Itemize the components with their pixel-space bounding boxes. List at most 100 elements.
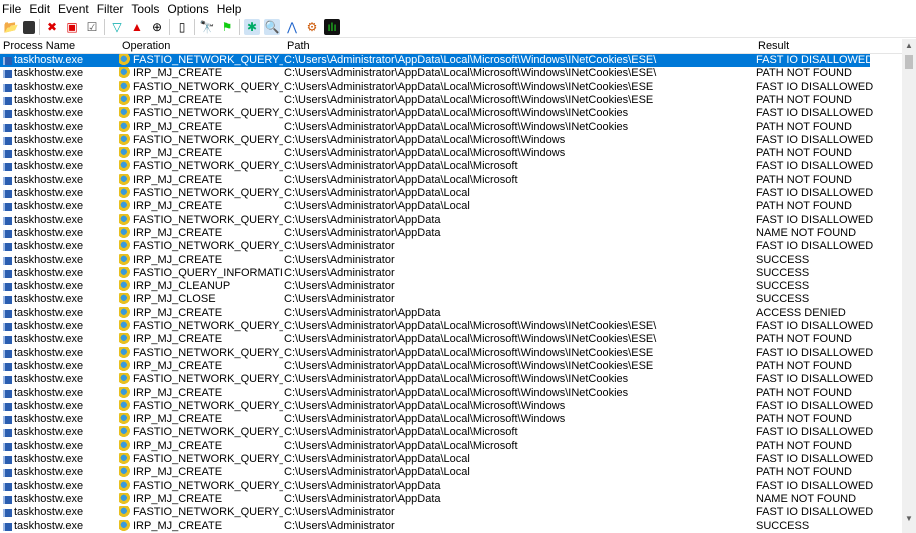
autoscroll-icon[interactable]: ▣ (64, 19, 80, 35)
toolbar: 📂 ✖ ▣ ☑ ▽ ▲ ⊕ ▯ 🔭 ⚑ ✱ 🔍 ⋀ ⚙ ılı (0, 17, 916, 38)
vertical-scrollbar[interactable]: ▲ ▼ (902, 39, 916, 533)
result-cell: SUCCESS (756, 280, 810, 293)
table-row[interactable]: taskhostw.exe IRP_MJ_CREATE C:\Users\Adm… (0, 492, 902, 506)
table-row[interactable]: taskhostw.exe FASTIO_QUERY_INFORMATION C… (0, 266, 902, 280)
table-row[interactable]: taskhostw.exe IRP_MJ_CREATE C:\Users\Adm… (0, 519, 902, 533)
menu-event[interactable]: Event (58, 2, 89, 16)
table-row[interactable]: taskhostw.exe IRP_MJ_CREATE C:\Users\Adm… (0, 67, 902, 80)
table-row[interactable]: taskhostw.exe FASTIO_NETWORK_QUERY_O... … (0, 80, 902, 94)
table-row[interactable]: taskhostw.exe IRP_MJ_CREATE C:\Users\Adm… (0, 439, 902, 453)
capture-icon[interactable]: ✖ (44, 19, 60, 35)
table-row[interactable]: taskhostw.exe IRP_MJ_CREATE C:\Users\Adm… (0, 359, 902, 373)
table-row[interactable]: taskhostw.exe IRP_MJ_CREATE C:\Users\Adm… (0, 306, 902, 320)
table-row[interactable]: taskhostw.exe FASTIO_NETWORK_QUERY_O... … (0, 399, 902, 413)
menu-file[interactable]: File (2, 2, 21, 16)
highlight-icon[interactable]: ▲ (129, 19, 145, 35)
open-icon[interactable]: 📂 (3, 19, 19, 35)
result-cell: FAST IO DISALLOWED (756, 373, 874, 386)
process-icon (3, 96, 12, 105)
process-name-cell: taskhostw.exe (14, 426, 84, 439)
table-row[interactable]: taskhostw.exe IRP_MJ_CREATE C:\Users\Adm… (0, 147, 902, 160)
operation-cell: IRP_MJ_CREATE (133, 253, 223, 266)
scroll-down-icon[interactable]: ▼ (905, 514, 913, 523)
result-cell: PATH NOT FOUND (756, 359, 852, 372)
result-cell: FAST IO DISALLOWED (756, 107, 874, 120)
process-icon (3, 110, 12, 119)
process-name-cell: taskhostw.exe (14, 492, 84, 505)
operation-cell: IRP_MJ_CREATE (133, 226, 223, 239)
filesystem-operation-icon (119, 359, 131, 372)
result-cell: FAST IO DISALLOWED (756, 80, 874, 93)
operation-cell: FASTIO_NETWORK_QUERY_O... (133, 373, 283, 386)
table-row[interactable]: taskhostw.exe FASTIO_NETWORK_QUERY_O... … (0, 453, 902, 466)
table-row[interactable]: taskhostw.exe IRP_MJ_CLOSE C:\Users\Admi… (0, 293, 902, 306)
save-icon[interactable] (23, 20, 35, 34)
filesystem-operation-icon (119, 479, 131, 492)
table-row[interactable]: taskhostw.exe FASTIO_NETWORK_QUERY_O... … (0, 346, 902, 360)
path-cell: C:\Users\Administrator\AppData\Local\Mic… (284, 120, 629, 133)
table-row[interactable]: taskhostw.exe IRP_MJ_CREATE C:\Users\Adm… (0, 93, 902, 107)
table-row[interactable]: taskhostw.exe IRP_MJ_CREATE C:\Users\Adm… (0, 253, 902, 267)
process-name-cell: taskhostw.exe (14, 506, 84, 519)
table-row[interactable]: taskhostw.exe IRP_MJ_CREATE C:\Users\Adm… (0, 173, 902, 187)
divider (239, 19, 240, 35)
table-row[interactable]: taskhostw.exe IRP_MJ_CREATE C:\Users\Adm… (0, 466, 902, 479)
menu-options[interactable]: Options (167, 2, 208, 16)
result-cell: FAST IO DISALLOWED (756, 479, 874, 492)
show-filesystem-icon[interactable]: 🔍 (264, 19, 280, 35)
process-icon (3, 150, 12, 159)
process-name-cell: taskhostw.exe (14, 293, 84, 306)
process-name-cell: taskhostw.exe (14, 519, 84, 532)
menu-help[interactable]: Help (217, 2, 242, 16)
column-path[interactable]: Path (287, 40, 310, 52)
table-row[interactable]: taskhostw.exe FASTIO_NETWORK_QUERY_O... … (0, 213, 902, 227)
process-name-cell: taskhostw.exe (14, 453, 84, 465)
process-icon (3, 509, 12, 518)
show-network-icon[interactable]: ⋀ (284, 19, 300, 35)
table-row[interactable]: taskhostw.exe FASTIO_NETWORK_QUERY_O... … (0, 426, 902, 439)
table-row[interactable]: taskhostw.exe FASTIO_NETWORK_QUERY_O... … (0, 187, 902, 200)
menu-tools[interactable]: Tools (131, 2, 159, 16)
table-row[interactable]: taskhostw.exe FASTIO_NETWORK_QUERY_O... … (0, 54, 873, 68)
table-row[interactable]: taskhostw.exe IRP_MJ_CREATE C:\Users\Adm… (0, 120, 902, 134)
menu-filter[interactable]: Filter (97, 2, 124, 16)
show-profiling-icon[interactable]: ılı (324, 19, 340, 35)
table-row[interactable]: taskhostw.exe FASTIO_NETWORK_QUERY_O... … (0, 160, 902, 173)
result-cell: PATH NOT FOUND (756, 120, 852, 133)
filesystem-operation-icon (119, 147, 131, 160)
column-operation[interactable]: Operation (122, 40, 170, 52)
table-row[interactable]: taskhostw.exe IRP_MJ_CREATE C:\Users\Adm… (0, 413, 902, 426)
table-row[interactable]: taskhostw.exe IRP_MJ_CREATE C:\Users\Adm… (0, 200, 902, 213)
path-cell: C:\Users\Administrator\AppData\Local (284, 187, 470, 199)
table-row[interactable]: taskhostw.exe IRP_MJ_CREATE C:\Users\Adm… (0, 333, 902, 346)
table-row[interactable]: taskhostw.exe FASTIO_NETWORK_QUERY_O... … (0, 133, 902, 147)
divider (169, 19, 170, 35)
table-row[interactable]: taskhostw.exe FASTIO_NETWORK_QUERY_O... … (0, 240, 902, 253)
show-process-icon[interactable]: ⚙ (304, 19, 320, 35)
menu-edit[interactable]: Edit (29, 2, 50, 16)
find-icon[interactable]: 🔭 (199, 19, 215, 35)
scroll-up-icon[interactable]: ▲ (905, 41, 913, 50)
scrollbar-thumb[interactable] (905, 55, 913, 69)
clear-icon[interactable]: ☑ (84, 19, 100, 35)
table-row[interactable]: taskhostw.exe FASTIO_NETWORK_QUERY_O... … (0, 320, 902, 333)
table-row[interactable]: taskhostw.exe IRP_MJ_CREATE C:\Users\Adm… (0, 386, 902, 400)
operation-cell: FASTIO_NETWORK_QUERY_O... (133, 187, 283, 199)
table-row[interactable]: taskhostw.exe FASTIO_NETWORK_QUERY_O... … (0, 506, 902, 519)
table-row[interactable]: taskhostw.exe FASTIO_NETWORK_QUERY_O... … (0, 107, 902, 120)
filesystem-operation-icon (119, 213, 131, 226)
operation-cell: IRP_MJ_CREATE (133, 93, 223, 106)
show-registry-icon[interactable]: ✱ (244, 19, 260, 35)
filesystem-operation-icon (119, 492, 131, 505)
result-cell: ACCESS DENIED (756, 306, 846, 319)
table-row[interactable]: taskhostw.exe FASTIO_NETWORK_QUERY_O... … (0, 373, 902, 386)
include-process-icon[interactable]: ⊕ (149, 19, 165, 35)
column-result[interactable]: Result (758, 40, 789, 52)
filter-icon[interactable]: ▽ (109, 19, 125, 35)
jump-icon[interactable]: ▯ (174, 19, 190, 35)
table-row[interactable]: taskhostw.exe FASTIO_NETWORK_QUERY_O... … (0, 479, 902, 493)
table-row[interactable]: taskhostw.exe IRP_MJ_CLEANUP C:\Users\Ad… (0, 280, 902, 293)
jump-to-icon[interactable]: ⚑ (219, 19, 235, 35)
table-row[interactable]: taskhostw.exe IRP_MJ_CREATE C:\Users\Adm… (0, 226, 902, 240)
column-process-name[interactable]: Process Name (3, 40, 75, 52)
